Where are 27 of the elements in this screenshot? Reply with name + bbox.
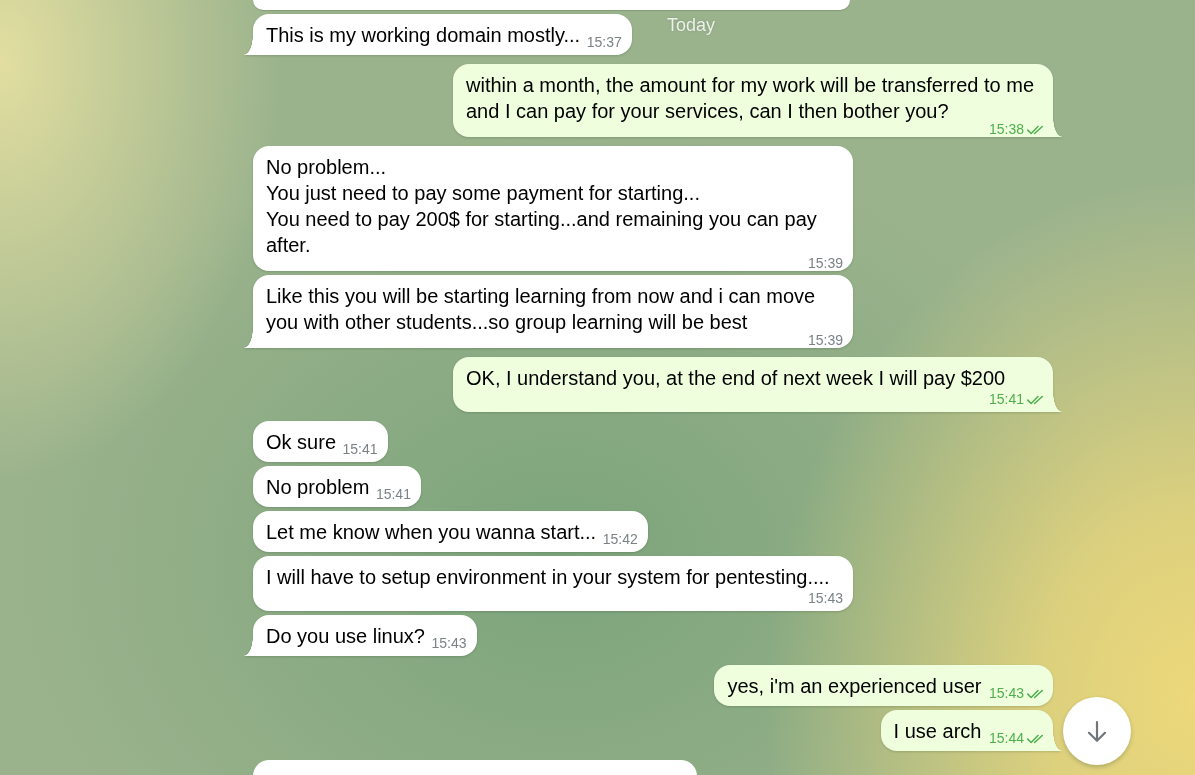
message-text: yes, i'm an experienced user — [727, 675, 982, 697]
message-text: OK, I understand you, at the end of next week I will pay $200 — [466, 367, 1006, 389]
message-time: 15:44 — [988, 732, 1024, 745]
message-text: I will have to setup environment in your system for pentesting.... — [266, 566, 830, 588]
message-time: 15:37 — [586, 36, 622, 49]
arrow-down-icon — [1087, 720, 1107, 742]
message-time: 15:43 — [807, 592, 843, 605]
message-text: No problem... You just need to pay some payment for starting... You need to pay 200$ for starting...and remaining you can pay after. — [266, 156, 818, 256]
message-text: within a month, the amount for my work will be transferred to me and I can pay for your services, can I then bother you? — [466, 74, 1035, 122]
message-time: 15:41 — [988, 393, 1024, 406]
scroll-down-button[interactable] — [1063, 697, 1131, 765]
message-time: 15:43 — [988, 687, 1024, 700]
message-time: 15:43 — [431, 637, 467, 650]
date-label: Today — [667, 14, 716, 36]
message-time: 15:42 — [602, 533, 638, 546]
message-text: Let me know when you wanna start... — [266, 521, 597, 543]
message-text: I use arch — [893, 720, 982, 742]
message-time: 15:39 — [807, 334, 843, 347]
message-time: 15:39 — [807, 257, 843, 270]
message-time: 15:41 — [375, 488, 411, 501]
message-time: 15:38 — [988, 123, 1024, 136]
message-text: Like this you will be starting learning from now and i can move you with other students...so group learning will be best — [266, 285, 817, 333]
message-text: Ok sure — [266, 431, 337, 453]
message-time: 15:41 — [342, 443, 378, 456]
message-text: This is my working domain mostly... — [266, 24, 581, 46]
message-text: Do you use linux? — [266, 625, 425, 647]
message-text: No problem — [266, 476, 370, 498]
